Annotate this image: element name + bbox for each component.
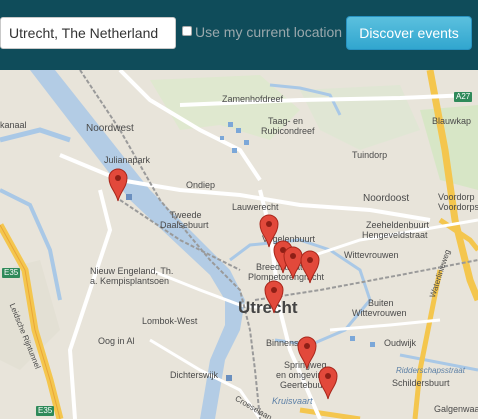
event-marker-icon[interactable] — [300, 250, 320, 284]
discover-events-button[interactable]: Discover events — [346, 16, 472, 50]
map-label: Zeeheldenbuurt — [366, 220, 430, 230]
map-label: Lombok-West — [142, 316, 198, 326]
map-label: Blauwkap — [432, 116, 472, 126]
event-marker-icon[interactable] — [264, 280, 284, 314]
map-label: Schildersbuurt — [392, 378, 450, 388]
top-toolbar: Use my current location Discover events — [0, 0, 478, 70]
map-label: Oog in Al — [98, 336, 135, 346]
current-location-label[interactable]: Use my current location — [195, 24, 342, 40]
highway-badge: A27 — [454, 92, 473, 102]
map-label: Buiten — [368, 298, 394, 308]
map-label: Ondiep — [186, 180, 216, 190]
map-label: Voordorp — [438, 192, 475, 202]
map-label: Oudwijk — [384, 338, 417, 348]
map-label: kanaal — [0, 120, 27, 130]
map-label: Tweede — [170, 210, 202, 220]
map-label: Galgenwaard — [434, 404, 478, 414]
map-label: Voordorpse — [438, 202, 478, 212]
map-label: Julianapark — [104, 155, 151, 165]
map-label: Daalsebuurt — [160, 220, 209, 230]
event-marker-icon[interactable] — [108, 168, 128, 202]
highway-badge: E35 — [2, 268, 21, 278]
map-label: Rubicondreef — [261, 126, 315, 136]
map-label: Lauwerecht — [232, 202, 279, 212]
map-label: Ridderschapsstraat — [396, 366, 465, 375]
event-marker-icon[interactable] — [297, 336, 317, 370]
map-label: Noordwest — [86, 123, 134, 134]
map-label: Wittevrouwen — [352, 308, 407, 318]
map-label: Taag- en — [268, 116, 304, 126]
current-location-checkbox[interactable] — [182, 26, 192, 36]
map-label: Kruisvaart — [272, 396, 313, 406]
map-label: Dichterswijk — [170, 370, 219, 380]
map-label: Zamenhofdreef — [222, 94, 284, 104]
map-label: Nieuw Engeland, Th. — [90, 266, 174, 276]
location-input[interactable] — [0, 17, 176, 49]
map-label: Wittevrouwen — [344, 250, 399, 260]
map-label: Tuindorp — [352, 150, 388, 160]
events-map[interactable]: Zamenhofdreef Taag- en Rubicondreef Blau… — [0, 70, 478, 419]
map-label: a. Kempisplantsoen — [90, 276, 170, 286]
map-label: Noordoost — [363, 193, 410, 204]
map-label: Hengeveldstraat — [362, 230, 428, 240]
highway-badge: E35 — [36, 406, 55, 416]
event-marker-icon[interactable] — [318, 366, 338, 400]
